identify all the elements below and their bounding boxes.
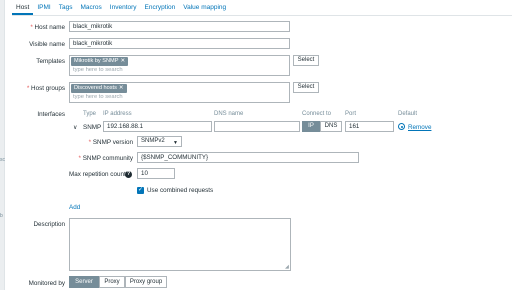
remove-chip-icon[interactable]: ✕ xyxy=(120,58,125,64)
remove-chip-icon[interactable]: ✕ xyxy=(119,85,124,91)
monitored-by-label: Monitored by xyxy=(28,280,65,287)
connect-dns-button[interactable]: DNS xyxy=(320,121,342,132)
left-strip-text-b: b xyxy=(0,213,3,219)
template-chip-label: Mikrotik by SNMP xyxy=(74,58,119,64)
help-icon[interactable]: ? xyxy=(125,171,132,178)
monitored-by-proxy-group[interactable]: Proxy group xyxy=(125,276,167,288)
interface-ip-input[interactable]: 192.168.88.1 xyxy=(103,121,212,132)
visible-name-input[interactable]: black_mikrotik xyxy=(69,38,290,49)
templates-label: Templates xyxy=(36,58,65,65)
host-groups-select-button[interactable]: Select xyxy=(293,82,319,93)
col-header-type: Type xyxy=(83,111,97,117)
interface-type: SNMP xyxy=(83,124,102,131)
tab-value-mapping[interactable]: Value mapping xyxy=(179,0,230,15)
chevron-down-icon: ▼ xyxy=(173,140,178,146)
default-interface-radio[interactable] xyxy=(398,123,405,130)
interface-dns-input[interactable] xyxy=(214,121,300,132)
collapse-chevron-icon[interactable]: ∨ xyxy=(73,124,77,131)
left-strip-text-a: sc xyxy=(0,157,5,163)
remove-interface-link[interactable]: Remove xyxy=(408,124,431,131)
templates-multiselect[interactable]: Mikrotik by SNMP ✕ type here to search xyxy=(69,55,290,76)
host-groups-multiselect[interactable]: Discovered hosts ✕ type here to search xyxy=(69,82,290,103)
snmp-version-label: SNMP version xyxy=(73,139,133,146)
host-name-label: Host name xyxy=(5,24,65,31)
description-label: Description xyxy=(33,221,66,228)
visible-name-label: Visible name xyxy=(29,41,65,48)
templates-search-placeholder[interactable]: type here to search xyxy=(73,67,123,73)
host-name-input[interactable]: black_mikrotik xyxy=(69,21,290,32)
col-header-default: Default xyxy=(398,111,418,117)
monitored-by-proxy[interactable]: Proxy xyxy=(99,276,125,288)
monitored-by-server[interactable]: Server xyxy=(69,276,99,288)
template-chip: Mikrotik by SNMP ✕ xyxy=(71,57,129,66)
tab-ipmi[interactable]: IPMI xyxy=(33,0,54,15)
tab-host[interactable]: Host xyxy=(12,0,34,15)
snmp-community-label: SNMP community xyxy=(73,155,133,162)
max-repetition-input[interactable]: 10 xyxy=(137,168,175,179)
col-header-port: Port xyxy=(345,111,357,117)
tab-macros[interactable]: Macros xyxy=(76,0,105,15)
interfaces-label: Interfaces xyxy=(37,111,65,118)
col-header-connect: Connect to xyxy=(302,111,332,117)
tab-bar: Host IPMI Tags Macros Inventory Encrypti… xyxy=(12,0,512,16)
connect-ip-button[interactable]: IP xyxy=(302,121,320,132)
tab-tags[interactable]: Tags xyxy=(55,0,77,15)
host-groups-search-placeholder[interactable]: type here to search xyxy=(73,94,123,100)
resize-grip-icon[interactable]: ◢ xyxy=(285,264,289,270)
max-repetition-label: Max repetition count xyxy=(69,171,126,178)
templates-select-button[interactable]: Select xyxy=(293,55,319,66)
snmp-version-value: SNMPv2 xyxy=(141,138,165,144)
host-groups-label: Host groups xyxy=(5,85,65,92)
tab-inventory[interactable]: Inventory xyxy=(106,0,141,15)
snmp-version-select[interactable]: SNMPv2 ▼ xyxy=(137,136,182,147)
col-header-dns: DNS name xyxy=(214,111,244,117)
snmp-community-input[interactable]: {$SNMP_COMMUNITY} xyxy=(137,152,359,163)
host-group-chip: Discovered hosts ✕ xyxy=(71,84,127,93)
host-group-chip-label: Discovered hosts xyxy=(74,85,117,91)
add-interface-link[interactable]: Add xyxy=(69,204,80,211)
tab-encryption[interactable]: Encryption xyxy=(141,0,180,15)
combined-requests-label: Use combined requests xyxy=(147,187,214,194)
combined-requests-checkbox[interactable]: ✓ xyxy=(137,187,144,194)
col-header-ip: IP address xyxy=(103,111,132,117)
interface-port-input[interactable]: 161 xyxy=(345,121,394,132)
description-textarea[interactable] xyxy=(69,218,291,271)
